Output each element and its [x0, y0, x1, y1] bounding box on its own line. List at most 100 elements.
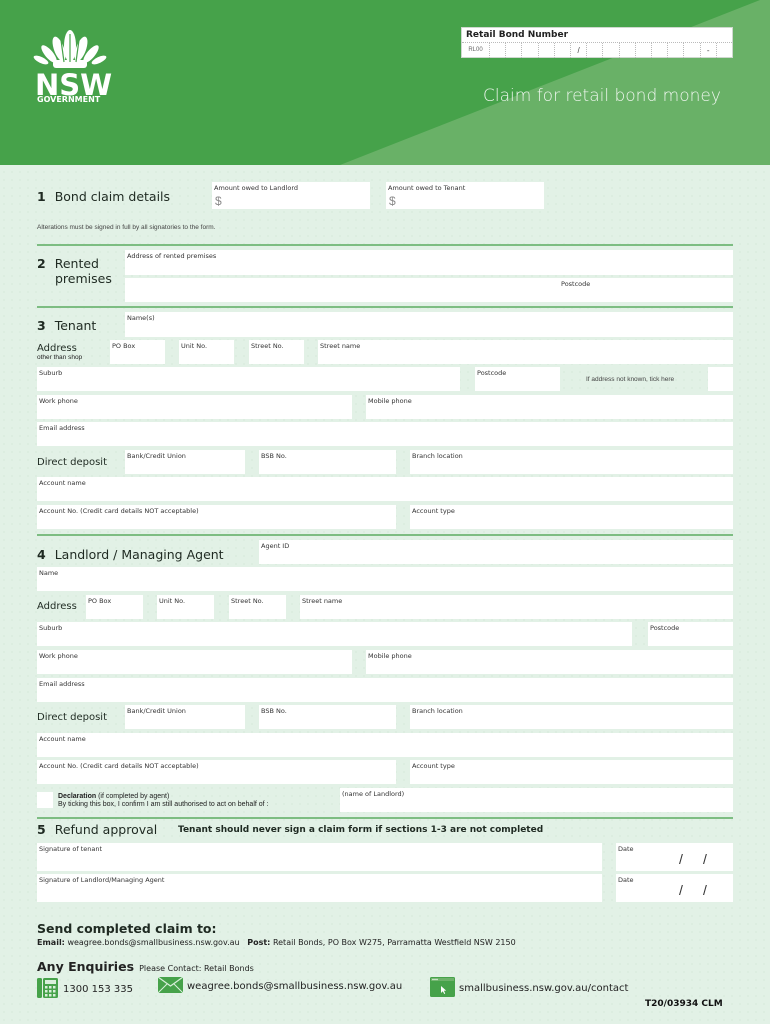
contact-email: weagree.bonds@smallbusiness.nsw.gov.au — [187, 981, 403, 992]
landlord-account-no-field[interactable]: Account No. (Credit card details NOT acc… — [37, 760, 396, 784]
retail-bond-number-field[interactable]: Retail Bond Number RL00 / - — [461, 27, 733, 58]
email-address[interactable]: weagree.bonds@smallbusiness.nsw.gov.au — [67, 938, 239, 947]
landlord-bank-field[interactable]: Bank/Credit Union — [125, 705, 245, 729]
tenant-account-name-field[interactable]: Account name — [37, 477, 733, 501]
tenant-suburb-field[interactable]: Suburb — [37, 367, 460, 391]
unknown-address-checkbox[interactable] — [708, 367, 733, 391]
bond-number-cell[interactable] — [602, 43, 618, 58]
account-no-label: Account No. (Credit card details NOT acc… — [39, 762, 199, 770]
tenant-street-name-field[interactable]: Street name — [318, 340, 733, 364]
enquiries-line: Any Enquiries Please Contact: Retail Bon… — [37, 956, 254, 975]
bond-number-cell[interactable] — [667, 43, 683, 58]
section-3-number: 3 — [37, 318, 46, 333]
bond-number-cell[interactable] — [651, 43, 667, 58]
date-label: Date — [618, 876, 634, 884]
tenant-street-no-field[interactable]: Street No. — [249, 340, 304, 364]
amount-owed-tenant-field[interactable]: Amount owed to Tenant $ — [386, 182, 544, 209]
section-1-heading: 1 Bond claim details — [37, 189, 170, 204]
tenant-work-phone-field[interactable]: Work phone — [37, 395, 352, 419]
signature-landlord-label: Signature of Landlord/Managing Agent — [39, 876, 165, 884]
amount-owed-landlord-field[interactable]: Amount owed to Landlord $ — [212, 182, 370, 209]
website-contact[interactable]: smallbusiness.nsw.gov.au/contact — [430, 977, 628, 1000]
bond-number-cell[interactable] — [521, 43, 537, 58]
bond-number-cell[interactable] — [537, 43, 554, 58]
declaration-checkbox[interactable] — [37, 792, 53, 808]
bond-number-cell[interactable] — [618, 43, 635, 58]
landlord-email-field[interactable]: Email address — [37, 678, 733, 702]
tenant-names-field[interactable]: Name(s) — [125, 312, 733, 337]
tenant-branch-field[interactable]: Branch location — [410, 450, 733, 474]
section-5-number: 5 — [37, 822, 46, 837]
landlord-postcode-field[interactable]: Postcode — [648, 622, 733, 646]
tenant-bsb-field[interactable]: BSB No. — [259, 450, 396, 474]
landlord-signature-date-field[interactable]: Date / / — [616, 874, 733, 902]
alterations-note: Alterations must be signed in full by al… — [37, 224, 216, 231]
tenant-signature-field[interactable]: Signature of tenant — [37, 843, 602, 871]
landlord-bsb-field[interactable]: BSB No. — [259, 705, 396, 729]
bond-number-cell[interactable] — [586, 43, 602, 58]
landlord-account-type-field[interactable]: Account type — [410, 760, 733, 784]
suburb-label: Suburb — [39, 369, 63, 377]
section-divider — [37, 306, 733, 308]
bond-number-cell[interactable] — [715, 43, 732, 58]
dollar-sign: $ — [215, 194, 222, 208]
bond-number-cell[interactable]: - — [699, 43, 716, 58]
landlord-mobile-phone-field[interactable]: Mobile phone — [366, 650, 733, 674]
tenant-po-box-field[interactable]: PO Box — [110, 340, 165, 364]
landlord-name-declaration-field[interactable]: (name of Landlord) — [340, 788, 733, 812]
bond-number-cell[interactable] — [553, 43, 570, 58]
date-separator: / — [703, 882, 707, 898]
bond-number-cell[interactable] — [683, 43, 699, 58]
rented-address-field[interactable]: Address of rented premises — [125, 250, 733, 275]
tenant-unit-no-field[interactable]: Unit No. — [179, 340, 234, 364]
phone-contact[interactable]: 1300 153 335 — [37, 977, 133, 1002]
retail-bond-number-label: Retail Bond Number — [466, 30, 569, 40]
bond-number-cell[interactable] — [634, 43, 651, 58]
landlord-branch-field[interactable]: Branch location — [410, 705, 733, 729]
refund-warning: Tenant should never sign a claim form if… — [178, 825, 544, 835]
tenant-signature-date-field[interactable]: Date / / — [616, 843, 733, 871]
mobile-phone-label: Mobile phone — [368, 397, 412, 405]
agent-id-field[interactable]: Agent ID — [259, 540, 733, 564]
landlord-street-name-field[interactable]: Street name — [300, 595, 733, 619]
declaration-paren: (if completed by agent) — [96, 793, 170, 800]
section-4-heading: 4 Landlord / Managing Agent — [37, 547, 224, 562]
form-reference: T20/03934 CLM — [645, 999, 723, 1009]
tenant-mobile-phone-field[interactable]: Mobile phone — [366, 395, 733, 419]
tenant-email-field[interactable]: Email address — [37, 422, 733, 446]
bond-number-cell[interactable] — [505, 43, 521, 58]
signature-tenant-label: Signature of tenant — [39, 845, 103, 853]
rented-address-label: Address of rented premises — [127, 252, 217, 260]
landlord-signature-field[interactable]: Signature of Landlord/Managing Agent — [37, 874, 602, 902]
landlord-street-no-field[interactable]: Street No. — [229, 595, 286, 619]
rented-address-line2-field[interactable]: Postcode — [125, 278, 733, 302]
landlord-name-field[interactable]: Name — [37, 567, 733, 591]
amount-owed-landlord-label: Amount owed to Landlord — [214, 184, 299, 192]
tenant-bank-field[interactable]: Bank/Credit Union — [125, 450, 245, 474]
bond-number-prefix: RL00 — [468, 47, 483, 53]
landlord-unit-no-field[interactable]: Unit No. — [157, 595, 214, 619]
tenant-postcode-field[interactable]: Postcode — [475, 367, 560, 391]
unit-no-label: Unit No. — [159, 597, 186, 605]
landlord-suburb-field[interactable]: Suburb — [37, 622, 632, 646]
mobile-phone-label: Mobile phone — [368, 652, 412, 660]
unknown-address-label: If address not known, tick here — [586, 376, 675, 383]
bond-number-cell[interactable]: / — [570, 43, 586, 58]
tenant-account-no-field[interactable]: Account No. (Credit card details NOT acc… — [37, 505, 396, 529]
bond-number-cell[interactable] — [489, 43, 505, 58]
document-title: Claim for retail bond money — [483, 86, 721, 106]
landlord-work-phone-field[interactable]: Work phone — [37, 650, 352, 674]
landlord-account-name-field[interactable]: Account name — [37, 733, 733, 757]
tenant-account-type-field[interactable]: Account type — [410, 505, 733, 529]
branch-label: Branch location — [412, 707, 463, 715]
landlord-po-box-field[interactable]: PO Box — [86, 595, 143, 619]
bond-number-cells: RL00 / - — [462, 42, 732, 58]
declaration-heading: Declaration (if completed by agent) — [58, 793, 169, 800]
email-contact[interactable]: weagree.bonds@smallbusiness.nsw.gov.au — [157, 976, 403, 996]
date-label: Date — [618, 845, 634, 853]
header-diagonal-band — [340, 0, 770, 165]
declaration-bold: Declaration — [58, 793, 97, 800]
landlord-address-heading: Address — [37, 601, 77, 612]
agent-id-label: Agent ID — [261, 542, 290, 550]
envelope-icon — [157, 976, 184, 996]
